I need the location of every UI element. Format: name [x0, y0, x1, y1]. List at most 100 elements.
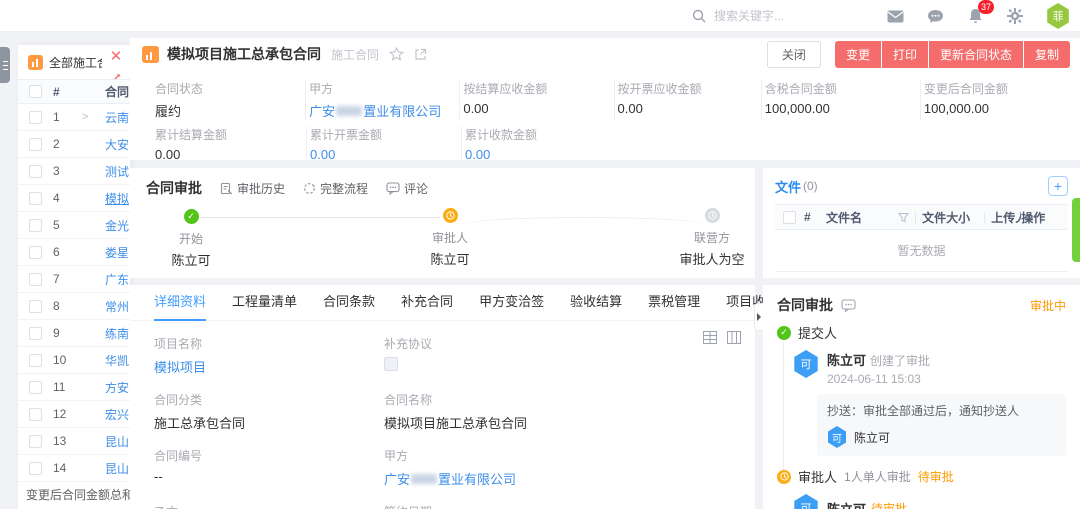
- global-search[interactable]: [692, 0, 864, 32]
- contract-name-link[interactable]: 练南: [105, 325, 129, 342]
- detail-tab[interactable]: 工程量清单: [232, 285, 297, 321]
- select-all-checkbox[interactable]: [29, 85, 42, 98]
- open-external-icon[interactable]: [414, 48, 427, 61]
- contract-name-link[interactable]: 华凯: [105, 352, 129, 369]
- contract-row[interactable]: 3 > 测试: [18, 158, 130, 185]
- row-checkbox[interactable]: [29, 408, 42, 421]
- contract-name-link[interactable]: 模拟: [105, 190, 129, 207]
- contract-name-link[interactable]: 方安: [105, 379, 129, 396]
- detail-tab[interactable]: 补充合同: [401, 285, 453, 321]
- bell-icon[interactable]: 37: [966, 7, 984, 25]
- row-index: 6: [53, 245, 69, 259]
- row-index: 5: [53, 218, 69, 232]
- approval-comment-icon[interactable]: [841, 299, 856, 312]
- contract-row[interactable]: 2 > 大安: [18, 131, 130, 158]
- cc-avatar[interactable]: 可: [827, 426, 847, 448]
- row-checkbox[interactable]: [29, 192, 42, 205]
- contract-name-link[interactable]: 昆山: [105, 433, 129, 450]
- collapse-panel-handle[interactable]: [754, 303, 763, 331]
- contract-name-link[interactable]: 昆山: [105, 460, 129, 477]
- table-view-icon[interactable]: [703, 331, 717, 344]
- row-checkbox[interactable]: [29, 354, 42, 367]
- full-process-link[interactable]: 完整流程: [303, 180, 368, 197]
- row-checkbox[interactable]: [29, 246, 42, 259]
- detail-tab[interactable]: 甲方变洽签: [479, 285, 544, 321]
- row-checkbox[interactable]: [29, 219, 42, 232]
- approval-history-link[interactable]: 审批历史: [220, 180, 285, 197]
- field-label: 甲方: [309, 80, 451, 97]
- contract-name-link[interactable]: 云南: [105, 109, 129, 126]
- user-avatar[interactable]: 菲: [1046, 3, 1070, 29]
- contract-row[interactable]: 5 > 金光: [18, 212, 130, 239]
- approval-flow-card: 合同审批 审批历史 完整流程 评论 ✓: [130, 168, 755, 278]
- contract-name-link[interactable]: 娄星: [105, 244, 129, 261]
- supplement-checkbox[interactable]: [384, 357, 398, 371]
- contract-name-link[interactable]: 常州: [105, 298, 129, 315]
- contract-row[interactable]: 9 > 练南: [18, 320, 130, 347]
- party-a-link[interactable]: 广安置业有限公司: [384, 469, 731, 488]
- contract-name-link[interactable]: 广东: [105, 271, 129, 288]
- add-file-button[interactable]: +: [1048, 176, 1068, 196]
- action-button[interactable]: 复制: [1024, 41, 1070, 68]
- approver-mode: 1人单人审批: [844, 468, 911, 485]
- comments-link[interactable]: 评论: [386, 180, 428, 197]
- contract-row[interactable]: 7 > 广东: [18, 266, 130, 293]
- search-input[interactable]: [714, 9, 864, 23]
- floating-helper-tab[interactable]: [1072, 198, 1080, 262]
- row-checkbox[interactable]: [29, 462, 42, 475]
- column-view-icon[interactable]: [727, 331, 741, 344]
- row-expand-icon[interactable]: >: [82, 111, 88, 123]
- contract-row[interactable]: 13 > 昆山: [18, 428, 130, 455]
- approver-avatar[interactable]: 可: [793, 494, 819, 509]
- collapsed-menu-tab[interactable]: [0, 47, 10, 83]
- detail-tab[interactable]: 验收结算: [570, 285, 622, 321]
- contract-row[interactable]: 11 > 方安: [18, 374, 130, 401]
- category-field: 合同分类 施工总承包合同: [154, 391, 384, 432]
- field-value: 0.00: [463, 101, 605, 116]
- row-checkbox[interactable]: [29, 327, 42, 340]
- contract-name-link[interactable]: 测试: [105, 163, 129, 180]
- flow-timeline: ✓ 开始 陈立可 ✓ 审批人 陈立可: [130, 208, 755, 272]
- supplement-field: 补充协议: [384, 335, 731, 376]
- chat-icon[interactable]: [926, 7, 944, 25]
- row-checkbox[interactable]: [29, 138, 42, 151]
- detail-tab[interactable]: 票税管理: [648, 285, 700, 321]
- row-checkbox[interactable]: [29, 300, 42, 313]
- row-checkbox[interactable]: [29, 435, 42, 448]
- contract-name-link[interactable]: 大安: [105, 136, 129, 153]
- contract-name-link[interactable]: 宏兴: [105, 406, 129, 423]
- row-checkbox[interactable]: [29, 381, 42, 394]
- field-label: 变更后合同金额: [924, 80, 1072, 97]
- row-index: 7: [53, 272, 69, 286]
- row-index: 4: [53, 191, 69, 205]
- flow-step-person: 陈立可: [136, 250, 246, 269]
- row-checkbox[interactable]: [29, 165, 42, 178]
- files-select-all-checkbox[interactable]: [783, 211, 796, 224]
- files-count: (0): [803, 179, 818, 193]
- close-panel-icon[interactable]: ✕: [110, 49, 123, 64]
- contract-row[interactable]: 8 > 常州: [18, 293, 130, 320]
- settings-gear-icon[interactable]: [1006, 7, 1024, 25]
- close-button[interactable]: 关闭: [767, 41, 821, 68]
- submitter-avatar[interactable]: 可: [793, 350, 819, 378]
- contract-row[interactable]: 10 > 华凯: [18, 347, 130, 374]
- row-checkbox[interactable]: [29, 273, 42, 286]
- contract-row[interactable]: 4 > 模拟: [18, 185, 130, 212]
- filter-funnel-icon[interactable]: [898, 212, 909, 223]
- star-favorite-icon[interactable]: [389, 47, 404, 61]
- detail-tab[interactable]: 详细资料: [154, 285, 206, 321]
- action-button[interactable]: 更新合同状态: [929, 41, 1023, 68]
- contract-row[interactable]: 6 > 娄星: [18, 239, 130, 266]
- mail-icon[interactable]: [886, 7, 904, 25]
- project-name-link[interactable]: 模拟项目: [154, 357, 384, 376]
- contract-row[interactable]: 14 > 昆山: [18, 455, 130, 482]
- detail-form: 项目名称 模拟项目 补充协议 合同分类 施工总承包合同 合同名称 模拟项目施工总…: [130, 321, 755, 509]
- contract-row[interactable]: 12 > 宏兴: [18, 401, 130, 428]
- contract-name-link[interactable]: 金光: [105, 217, 129, 234]
- detail-tab[interactable]: 合同条款: [323, 285, 375, 321]
- action-button[interactable]: 打印: [882, 41, 928, 68]
- flow-step: ✓ 开始 陈立可: [136, 208, 246, 269]
- row-checkbox[interactable]: [29, 111, 42, 124]
- contract-row[interactable]: 1 > 云南: [18, 104, 130, 131]
- action-button[interactable]: 变更: [835, 41, 881, 68]
